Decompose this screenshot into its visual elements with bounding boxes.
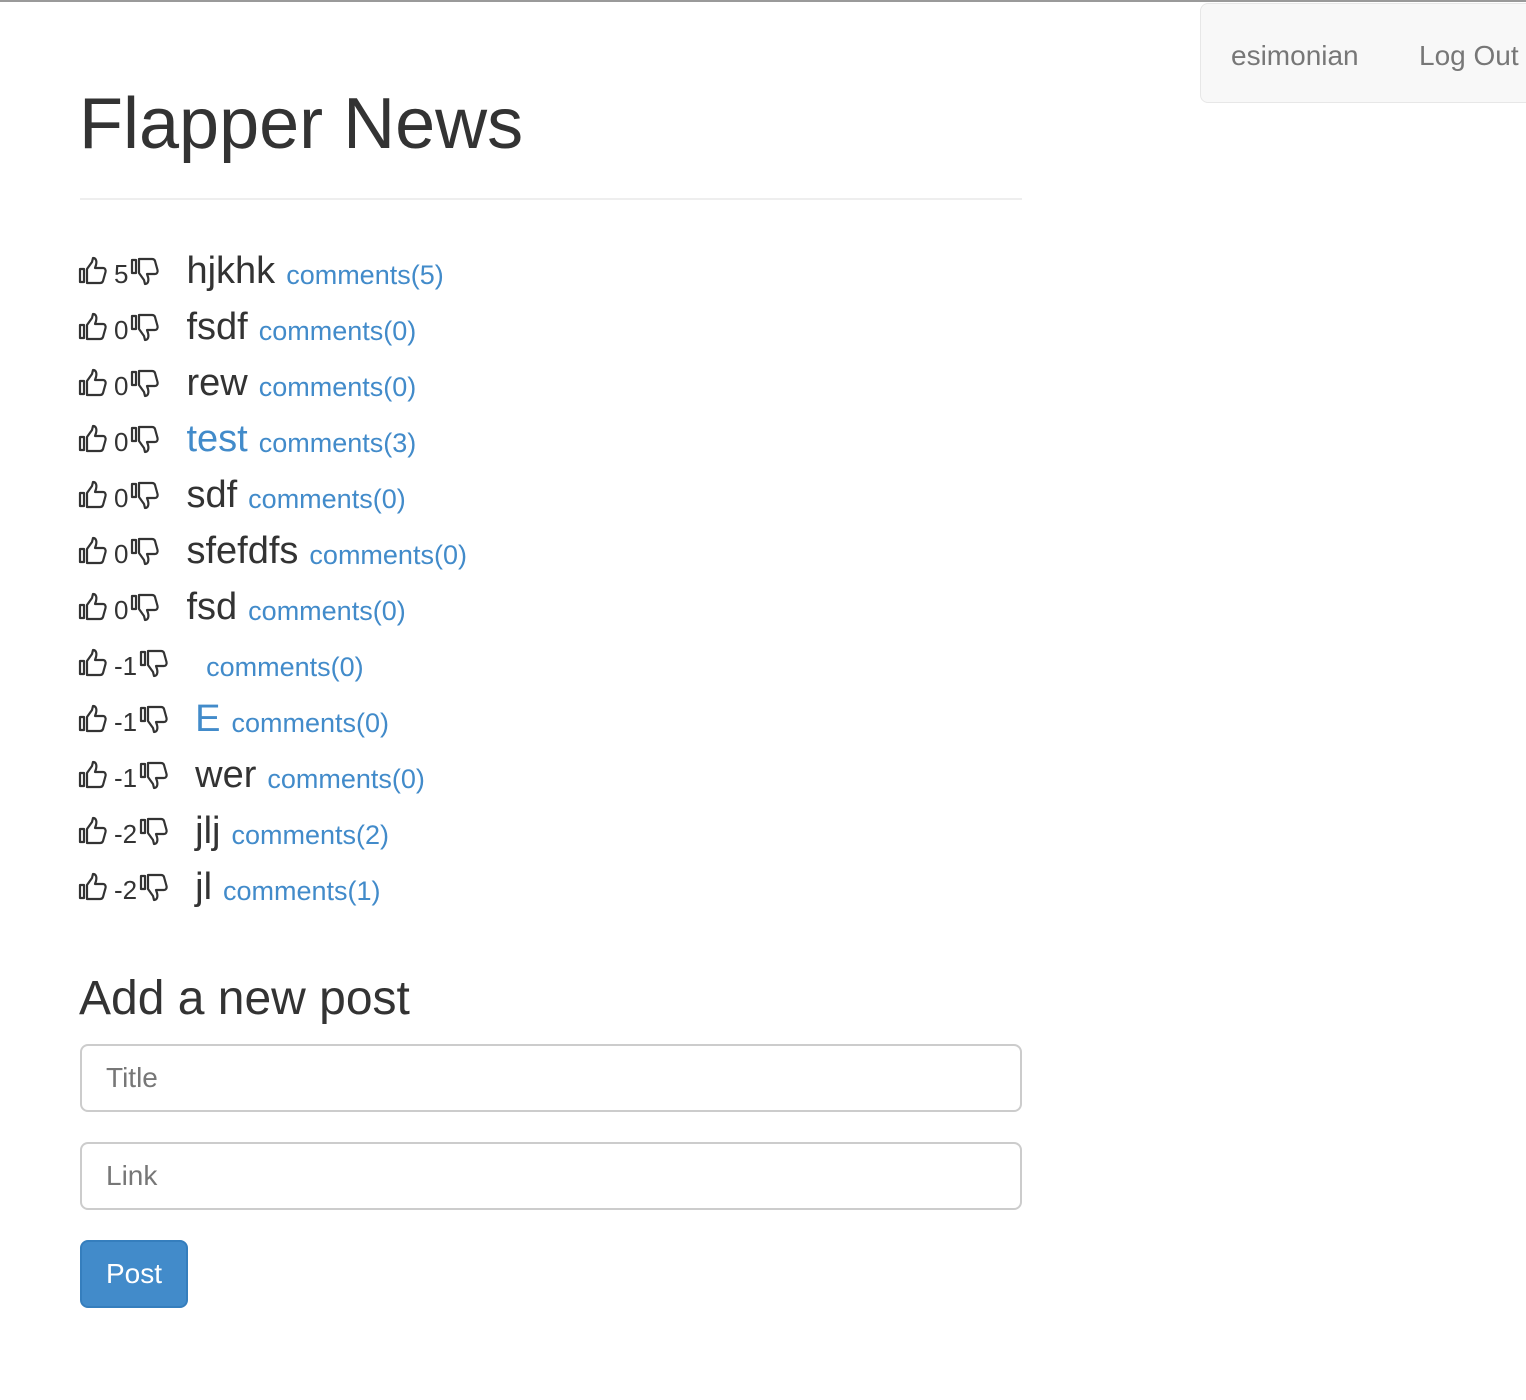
comments-link[interactable]: comments(0)	[248, 596, 406, 626]
page-title: Flapper News	[79, 84, 524, 164]
post-row: -1 comments(0)	[78, 635, 1018, 691]
vote-count: 0	[114, 371, 129, 401]
comments-link[interactable]: comments(3)	[259, 428, 417, 458]
post-row: -1 Ecomments(0)	[78, 691, 1018, 747]
thumbs-up-icon[interactable]	[78, 536, 108, 566]
post-row: 0 fsdf comments(0)	[78, 299, 1018, 355]
thumbs-up-icon[interactable]	[78, 480, 108, 510]
vote-count: -2	[114, 819, 138, 849]
thumbs-down-icon[interactable]	[139, 760, 169, 790]
thumbs-up-icon[interactable]	[78, 760, 108, 790]
vote-count: -1	[114, 707, 138, 737]
thumbs-down-icon[interactable]	[139, 648, 169, 678]
comments-link[interactable]: comments(0)	[231, 708, 389, 738]
comments-link[interactable]: comments(0)	[259, 372, 417, 402]
post-title: jlj	[195, 810, 221, 852]
comments-link[interactable]: comments(0)	[259, 316, 417, 346]
vote-count: -1	[114, 651, 138, 681]
comments-link[interactable]: comments(0)	[309, 540, 467, 570]
thumbs-down-icon[interactable]	[130, 312, 160, 342]
comments-link[interactable]: comments(0)	[248, 484, 406, 514]
thumbs-down-icon[interactable]	[130, 256, 160, 286]
vote-count: 0	[114, 315, 129, 345]
comments-link[interactable]: comments(1)	[223, 876, 381, 906]
post-row: 0 fsd comments(0)	[78, 579, 1018, 635]
vote-count: 0	[114, 427, 129, 457]
vote-count: 5	[114, 259, 129, 289]
post-list: 5 hjkhk comments(5) 0 fsdf comments(0) 0 rew com…	[78, 243, 1018, 915]
title-input[interactable]	[80, 1044, 1022, 1112]
post-submit-button[interactable]: Post	[80, 1240, 188, 1308]
post-title: fsdf	[186, 306, 248, 348]
post-row: -2 jl comments(1)	[78, 859, 1018, 915]
logout-link[interactable]: Log Out	[1419, 38, 1519, 74]
post-title-link[interactable]: E	[195, 697, 220, 741]
nav-username-link[interactable]: esimonian	[1231, 38, 1359, 74]
link-input[interactable]	[80, 1142, 1022, 1210]
post-row: 0 rew comments(0)	[78, 355, 1018, 411]
comments-link[interactable]: comments(5)	[286, 260, 444, 290]
post-title: jl	[195, 866, 213, 908]
thumbs-up-icon[interactable]	[78, 704, 108, 734]
thumbs-up-icon[interactable]	[78, 368, 108, 398]
thumbs-down-icon[interactable]	[139, 816, 169, 846]
post-row: -2 jlj comments(2)	[78, 803, 1018, 859]
thumbs-up-icon[interactable]	[78, 312, 108, 342]
vote-count: -1	[114, 763, 138, 793]
navbar: esimonian Log Out	[1200, 3, 1526, 103]
post-row: -1 wer comments(0)	[78, 747, 1018, 803]
post-title: rew	[186, 362, 248, 404]
thumbs-down-icon[interactable]	[130, 592, 160, 622]
post-row: 0 test comments(3)	[78, 411, 1018, 467]
post-title: wer	[195, 754, 257, 796]
post-row: 0 sdf comments(0)	[78, 467, 1018, 523]
comments-link[interactable]: comments(0)	[267, 764, 425, 794]
thumbs-up-icon[interactable]	[78, 816, 108, 846]
thumbs-up-icon[interactable]	[78, 872, 108, 902]
comments-link[interactable]: comments(0)	[206, 652, 364, 682]
post-title: hjkhk	[186, 250, 276, 292]
vote-count: 0	[114, 595, 129, 625]
post-title: sfefdfs	[186, 530, 299, 572]
post-title: fsd	[186, 586, 238, 628]
post-title-link[interactable]: test	[186, 417, 247, 461]
thumbs-down-icon[interactable]	[139, 704, 169, 734]
thumbs-up-icon[interactable]	[78, 648, 108, 678]
thumbs-up-icon[interactable]	[78, 424, 108, 454]
thumbs-up-icon[interactable]	[78, 592, 108, 622]
thumbs-down-icon[interactable]	[130, 480, 160, 510]
thumbs-down-icon[interactable]	[130, 368, 160, 398]
post-row: 5 hjkhk comments(5)	[78, 243, 1018, 299]
new-post-heading: Add a new post	[79, 972, 410, 1025]
thumbs-down-icon[interactable]	[130, 536, 160, 566]
thumbs-down-icon[interactable]	[130, 424, 160, 454]
thumbs-up-icon[interactable]	[78, 256, 108, 286]
post-row: 0 sfefdfs comments(0)	[78, 523, 1018, 579]
title-divider	[80, 198, 1022, 200]
vote-count: 0	[114, 539, 129, 569]
window-top-border	[0, 0, 1526, 2]
comments-link[interactable]: comments(2)	[231, 820, 389, 850]
thumbs-down-icon[interactable]	[139, 872, 169, 902]
post-title: sdf	[186, 474, 238, 516]
vote-count: 0	[114, 483, 129, 513]
vote-count: -2	[114, 875, 138, 905]
